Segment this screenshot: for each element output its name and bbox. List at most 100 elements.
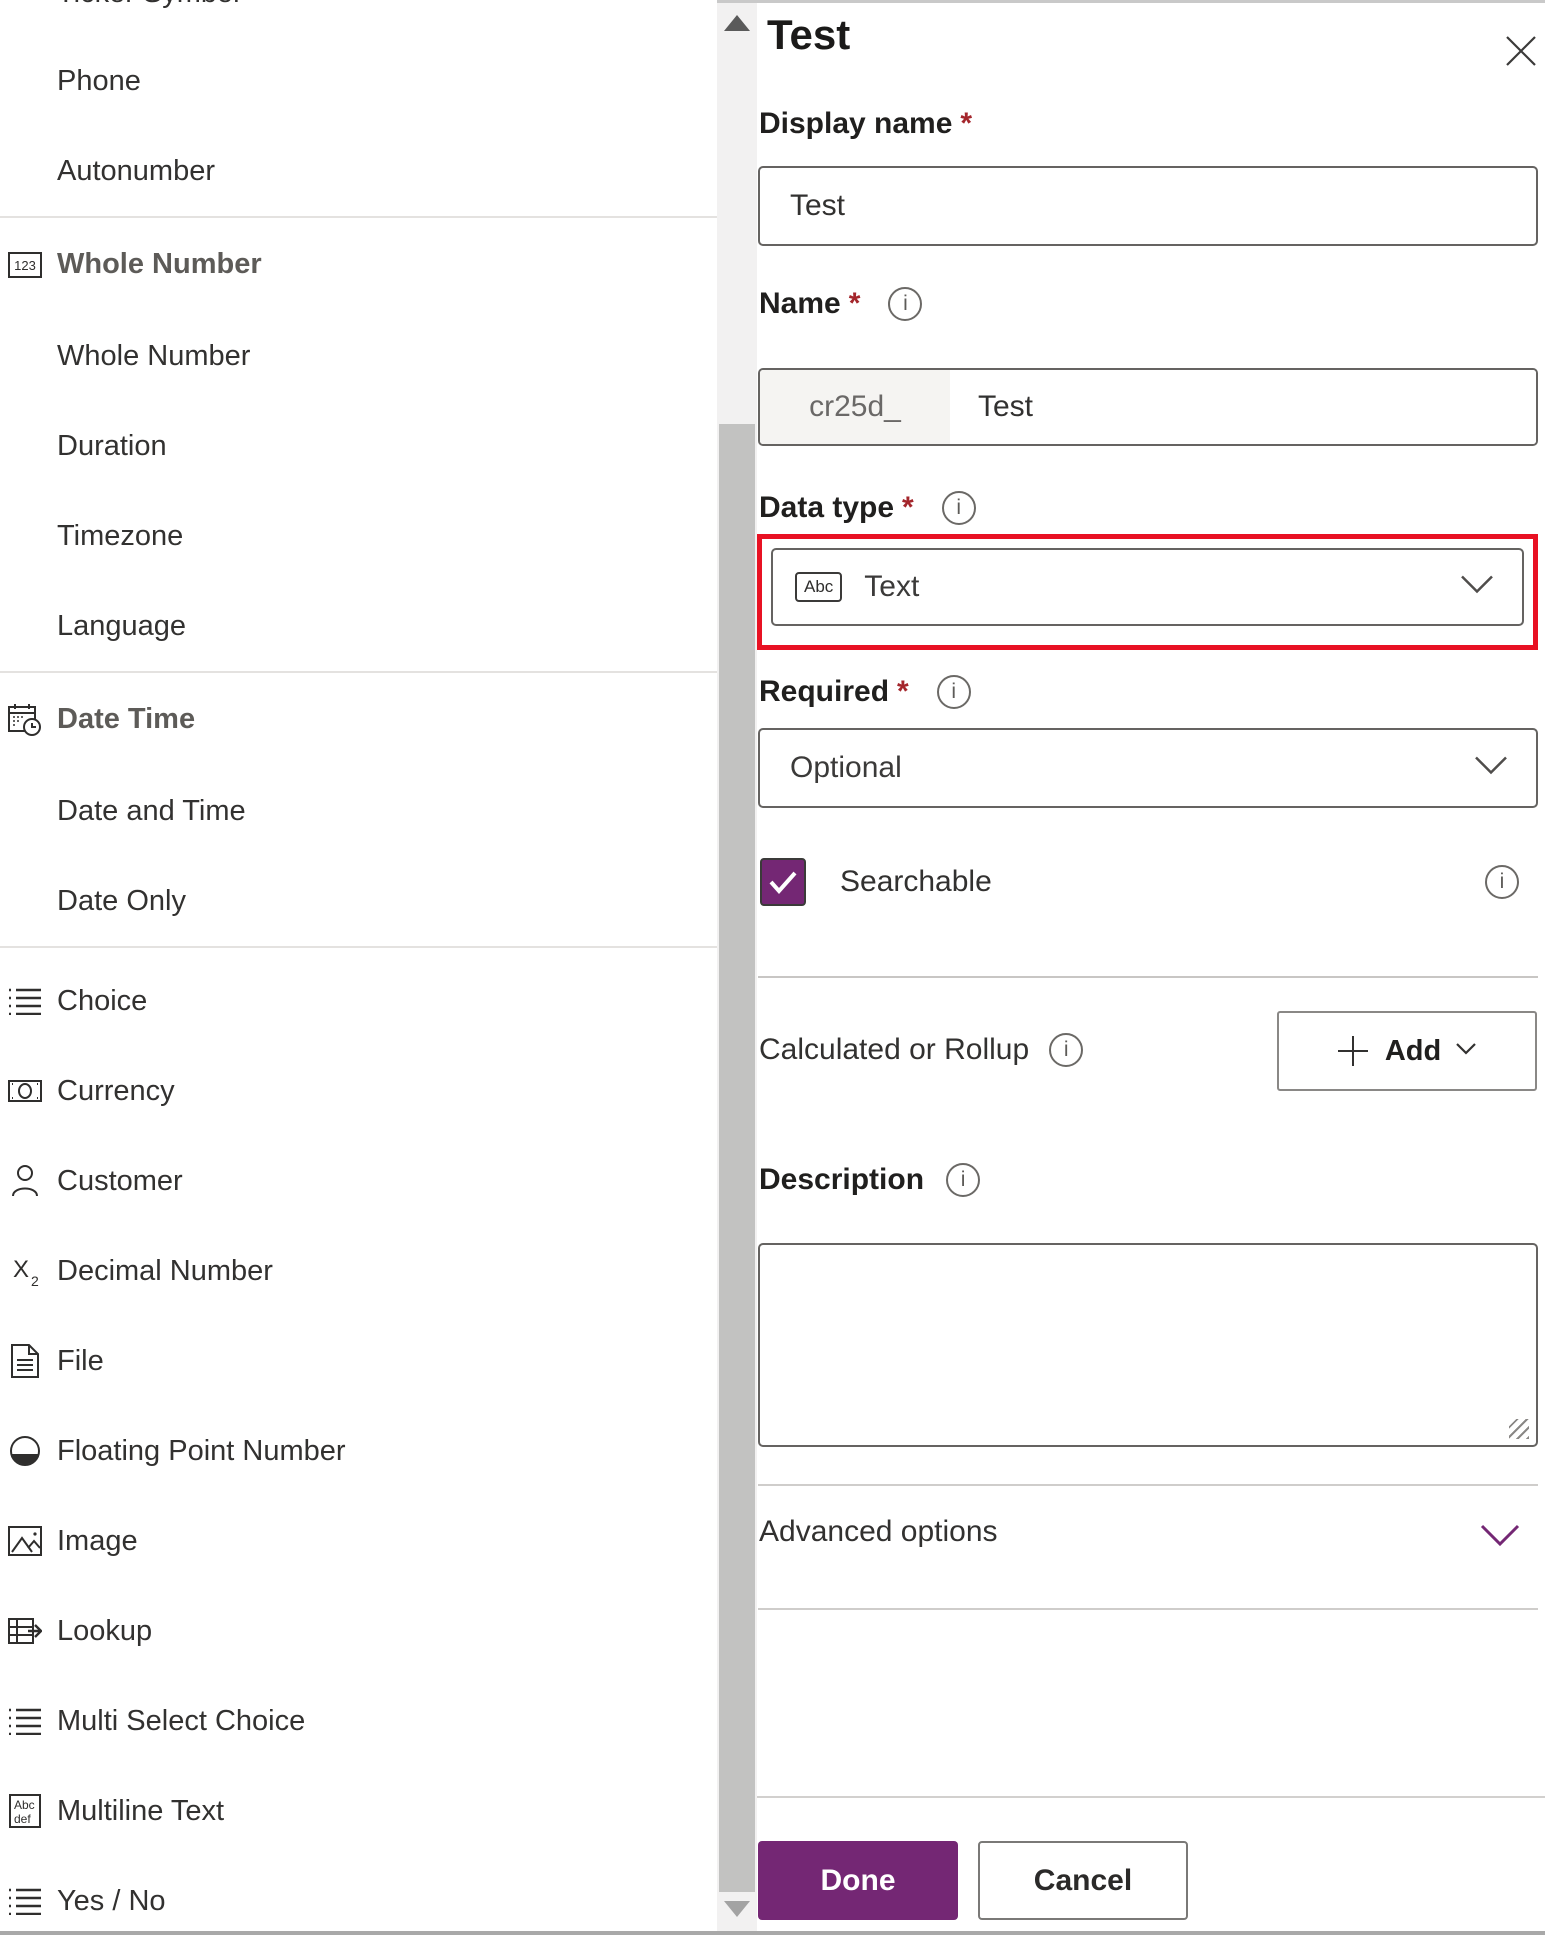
type-list-item[interactable]: Date Only [0,856,717,946]
type-list-item[interactable]: Image [0,1496,717,1586]
section-divider [758,1608,1538,1610]
info-icon[interactable]: i [941,491,976,525]
lookup-icon [8,1616,42,1646]
close-icon[interactable] [1501,31,1541,71]
type-list-item[interactable]: Autonumber [0,126,717,216]
list-item-label: File [57,1344,104,1377]
half-circle-icon [8,1435,42,1467]
type-list-section: Date Time Date and Time Date Only [0,671,717,946]
info-icon[interactable]: i [888,287,923,321]
svg-text:def: def [14,1812,31,1826]
list-item-label: Currency [57,1074,175,1107]
currency-icon [8,1080,42,1102]
calculated-rollup-label: Calculated or Rollup i [759,1033,1084,1067]
required-asterisk: * [960,107,973,140]
required-asterisk: * [897,675,909,708]
panel-scrollbar[interactable] [717,0,757,1931]
list-item-label: Autonumber [57,154,215,187]
searchable-checkbox[interactable] [760,858,806,906]
cancel-button[interactable]: Cancel [978,1841,1188,1920]
section-divider [758,1484,1538,1486]
list-item-truncated[interactable]: Ticker Symbol [0,0,717,36]
list-item-label: Image [57,1524,138,1557]
required-select[interactable]: Optional [758,728,1538,808]
required-value: Optional [790,751,902,784]
name-input[interactable] [950,370,1536,444]
svg-text:2: 2 [31,1273,39,1287]
list-item-label: Phone [57,64,141,97]
display-name-input[interactable] [758,166,1538,246]
type-list-item[interactable]: Currency [0,1046,717,1136]
data-type-value: Text [864,570,920,603]
list-item-label: Whole Number [57,248,262,280]
chevron-down-icon [1460,575,1494,600]
image-icon [8,1526,42,1556]
list-icon [8,1887,42,1915]
info-icon[interactable]: i [1049,1033,1084,1067]
name-prefix: cr25d_ [760,370,950,444]
document-icon [8,1344,42,1378]
info-icon[interactable]: i [936,675,971,709]
list-item-label: Yes / No [57,1884,166,1917]
type-list-item[interactable]: Duration [0,401,717,491]
type-list-item[interactable]: Yes / No [0,1856,717,1931]
list-item-label: Date and Time [57,794,246,827]
type-list-item[interactable]: Lookup [0,1586,717,1676]
list-item-label: Decimal Number [57,1254,273,1287]
searchable-label: Searchable [840,865,992,898]
type-list-section: Choice Currency Customer X 2 Decimal Number Fi… [0,946,717,1931]
abc-text-type-icon: Abc [795,572,843,602]
type-group-header[interactable]: 123 Whole Number [0,218,717,311]
type-list-item[interactable]: Floating Point Number [0,1406,717,1496]
type-list-item[interactable]: Customer [0,1136,717,1226]
data-type-highlight-frame: Abc Text [757,534,1538,650]
type-list-item[interactable]: Choice [0,956,717,1046]
data-type-select[interactable]: Abc Text [771,548,1524,626]
searchable-row: Searchable i [760,857,1538,907]
type-list-item[interactable]: Phone [0,36,717,126]
list-item-label: Date Only [57,884,186,917]
column-properties-panel: Test Display name* Name* i cr25d_ Data t… [757,0,1545,1931]
required-asterisk: * [902,491,914,524]
list-item-label: Duration [57,429,167,462]
type-list-item[interactable]: X 2 Decimal Number [0,1226,717,1316]
svg-text:X: X [13,1256,29,1283]
add-button[interactable]: Add [1277,1011,1537,1091]
type-list-item[interactable]: Date and Time [0,766,717,856]
done-button[interactable]: Done [758,1841,958,1920]
advanced-chevron-down-icon[interactable] [1479,1523,1521,1552]
type-list-item[interactable]: File [0,1316,717,1406]
new-column-editor: Ticker Symbol Phone Autonumber 123 Whole Num… [0,0,1545,1935]
list-item-label: Customer [57,1164,183,1197]
chevron-down-icon [1474,756,1508,781]
info-icon[interactable]: i [946,1163,981,1197]
description-textarea[interactable] [758,1243,1538,1447]
panel-title: Test [767,11,851,58]
advanced-options-label[interactable]: Advanced options [759,1515,998,1549]
list-icon [8,987,42,1015]
list-item-label: Lookup [57,1614,153,1647]
required-label: Required * i [759,675,971,709]
scrollbar-up-arrow[interactable] [724,15,750,31]
list-item-label: Language [57,609,187,642]
type-list-item[interactable]: Multi Select Choice [0,1676,717,1766]
scrollbar-down-arrow[interactable] [724,1901,750,1917]
type-list-item[interactable]: Whole Number [0,311,717,401]
list-item-label: Choice [57,984,148,1017]
required-asterisk: * [848,287,861,320]
scrollbar-thumb[interactable] [719,424,755,1892]
list-item-label: Floating Point Number [57,1434,346,1467]
type-list-item[interactable]: Language [0,581,717,671]
description-label: Description i [759,1163,981,1197]
list-item-label: Multi Select Choice [57,1704,306,1737]
info-icon[interactable]: i [1485,865,1519,899]
person-icon [8,1165,42,1197]
display-name-label: Display name * [759,107,973,140]
calendar-clock-icon [8,703,42,737]
type-group-header[interactable]: Date Time [0,673,717,766]
chevron-down-icon [1455,1042,1477,1061]
decimal-x2-icon: X2 [8,1255,42,1287]
list-item-label: Whole Number [57,339,251,372]
type-list-item[interactable]: Abc def Multiline Text [0,1766,717,1856]
type-list-item[interactable]: Timezone [0,491,717,581]
